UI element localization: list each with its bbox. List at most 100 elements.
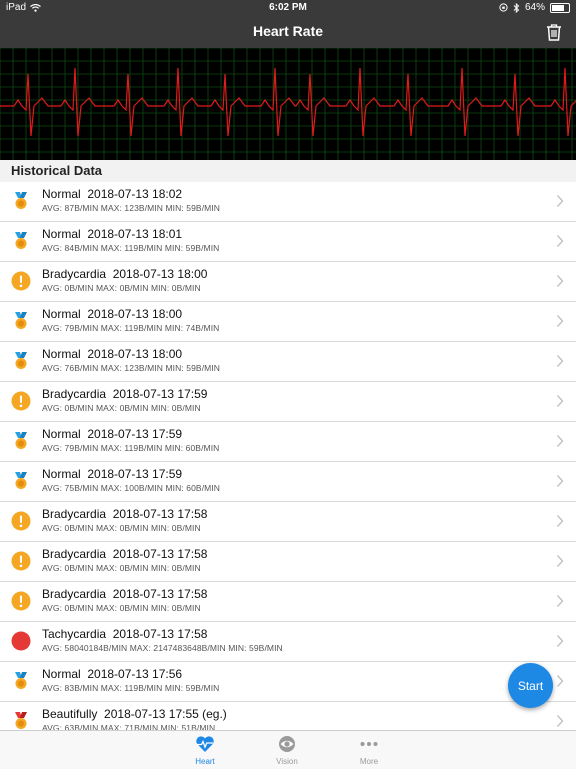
list-item[interactable]: Bradycardia 2018-07-13 17:58 AVG: 0B/MIN … bbox=[0, 502, 576, 542]
status-time: 6:02 PM bbox=[269, 2, 307, 13]
warning-icon bbox=[11, 391, 31, 411]
record-title: Bradycardia 2018-07-13 18:00 bbox=[42, 267, 207, 281]
record-status: Normal bbox=[42, 467, 81, 481]
eye-icon bbox=[279, 736, 295, 752]
list-item[interactable]: Normal 2018-07-13 17:59 AVG: 79B/MIN MAX:… bbox=[0, 422, 576, 462]
chevron-right-icon bbox=[556, 714, 564, 728]
chevron-right-icon bbox=[556, 554, 564, 568]
record-title: Tachycardia 2018-07-13 17:58 bbox=[42, 627, 207, 641]
heart-pulse-icon bbox=[196, 736, 214, 752]
list-item[interactable]: Normal 2018-07-13 17:56 AVG: 83B/MIN MAX:… bbox=[0, 662, 576, 702]
list-item[interactable]: Tachycardia 2018-07-13 17:58 AVG: 5804018… bbox=[0, 622, 576, 662]
record-status: Normal bbox=[42, 227, 81, 241]
start-button-label: Start bbox=[517, 678, 544, 693]
chevron-right-icon bbox=[556, 594, 564, 608]
list-item[interactable]: Normal 2018-07-13 18:01 AVG: 84B/MIN MAX:… bbox=[0, 222, 576, 262]
record-stats: AVG: 58040184B/MIN MAX: 2147483648B/MIN … bbox=[42, 643, 283, 653]
tab-more[interactable]: More bbox=[339, 731, 399, 769]
record-title: Normal 2018-07-13 18:00 bbox=[42, 307, 182, 321]
record-title: Bradycardia 2018-07-13 17:58 bbox=[42, 507, 207, 521]
record-title: Normal 2018-07-13 18:02 bbox=[42, 187, 182, 201]
record-date: 2018-07-13 17:56 bbox=[87, 667, 183, 681]
record-status: Bradycardia bbox=[42, 507, 107, 521]
record-stats: AVG: 63B/MIN MAX: 71B/MIN MIN: 51B/MIN bbox=[42, 723, 216, 730]
chevron-right-icon bbox=[556, 634, 564, 648]
record-date: 2018-07-13 17:59 bbox=[87, 427, 183, 441]
record-title: Normal 2018-07-13 17:56 bbox=[42, 667, 182, 681]
chevron-right-icon bbox=[556, 434, 564, 448]
record-date: 2018-07-13 17:58 bbox=[112, 507, 208, 521]
battery-percent: 64% bbox=[524, 2, 545, 13]
record-stats: AVG: 0B/MIN MAX: 0B/MIN MIN: 0B/MIN bbox=[42, 283, 201, 293]
chevron-right-icon bbox=[556, 194, 564, 208]
medal-icon bbox=[11, 471, 31, 491]
tab-more-label: More bbox=[359, 757, 379, 766]
red-medal-icon bbox=[11, 711, 31, 730]
record-date: 2018-07-13 17:55 (eg.) bbox=[104, 707, 227, 721]
list-item[interactable]: Bradycardia 2018-07-13 17:59 AVG: 0B/MIN … bbox=[0, 382, 576, 422]
record-date: 2018-07-13 17:59 bbox=[87, 467, 183, 481]
ecg-waveform bbox=[0, 48, 576, 160]
list-item[interactable]: Normal 2018-07-13 18:02 AVG: 87B/MIN MAX:… bbox=[0, 182, 576, 222]
record-date: 2018-07-13 18:02 bbox=[87, 187, 183, 201]
list-item[interactable]: Normal 2018-07-13 17:59 AVG: 75B/MIN MAX:… bbox=[0, 462, 576, 502]
record-date: 2018-07-13 18:01 bbox=[87, 227, 183, 241]
chevron-right-icon bbox=[556, 474, 564, 488]
list-item[interactable]: Normal 2018-07-13 18:00 AVG: 79B/MIN MAX:… bbox=[0, 302, 576, 342]
warning-icon bbox=[11, 591, 31, 611]
warning-icon bbox=[11, 551, 31, 571]
chevron-right-icon bbox=[556, 234, 564, 248]
record-stats: AVG: 76B/MIN MAX: 123B/MIN MIN: 59B/MIN bbox=[42, 363, 221, 373]
section-title: Historical Data bbox=[11, 163, 103, 178]
section-header: Historical Data bbox=[0, 160, 576, 182]
record-title: Normal 2018-07-13 17:59 bbox=[42, 427, 182, 441]
record-stats: AVG: 0B/MIN MAX: 0B/MIN MIN: 0B/MIN bbox=[42, 563, 201, 573]
tab-heart[interactable]: Heart bbox=[175, 731, 235, 769]
record-date: 2018-07-13 17:59 bbox=[112, 387, 208, 401]
record-title: Bradycardia 2018-07-13 17:59 bbox=[42, 387, 207, 401]
record-status: Normal bbox=[42, 427, 81, 441]
list-item[interactable]: Beautifully 2018-07-13 17:55 (eg.) AVG: 6… bbox=[0, 702, 576, 730]
chevron-right-icon bbox=[556, 354, 564, 368]
list-item[interactable]: Bradycardia 2018-07-13 18:00 AVG: 0B/MIN … bbox=[0, 262, 576, 302]
list-item[interactable]: Normal 2018-07-13 18:00 AVG: 76B/MIN MAX:… bbox=[0, 342, 576, 382]
record-status: Normal bbox=[42, 187, 81, 201]
record-stats: AVG: 0B/MIN MAX: 0B/MIN MIN: 0B/MIN bbox=[42, 403, 201, 413]
list-item[interactable]: Bradycardia 2018-07-13 17:58 AVG: 0B/MIN … bbox=[0, 582, 576, 622]
tab-vision[interactable]: Vision bbox=[257, 731, 317, 769]
warning-icon bbox=[11, 511, 31, 531]
medal-icon bbox=[11, 351, 31, 371]
orientation-lock-icon bbox=[499, 3, 508, 12]
more-dots-icon bbox=[360, 742, 378, 746]
nav-bar: Heart Rate bbox=[0, 16, 576, 48]
record-stats: AVG: 87B/MIN MAX: 123B/MIN MIN: 59B/MIN bbox=[42, 203, 221, 213]
list-item[interactable]: Bradycardia 2018-07-13 17:58 AVG: 0B/MIN … bbox=[0, 542, 576, 582]
record-status: Bradycardia bbox=[42, 267, 107, 281]
record-date: 2018-07-13 18:00 bbox=[112, 267, 208, 281]
start-button[interactable]: Start bbox=[508, 663, 553, 708]
tab-bar: Heart Vision More bbox=[0, 730, 576, 769]
battery-icon bbox=[550, 2, 570, 13]
record-status: Normal bbox=[42, 667, 81, 681]
record-stats: AVG: 0B/MIN MAX: 0B/MIN MIN: 0B/MIN bbox=[42, 603, 201, 613]
page-title: Heart Rate bbox=[252, 23, 324, 39]
tab-heart-label: Heart bbox=[195, 757, 215, 766]
medal-icon bbox=[11, 431, 31, 451]
record-title: Normal 2018-07-13 18:01 bbox=[42, 227, 182, 241]
record-stats: AVG: 79B/MIN MAX: 119B/MIN MIN: 74B/MIN bbox=[42, 323, 220, 333]
warning-icon bbox=[11, 271, 31, 291]
record-status: Bradycardia bbox=[42, 387, 107, 401]
chevron-right-icon bbox=[556, 674, 564, 688]
record-date: 2018-07-13 17:58 bbox=[112, 547, 208, 561]
record-title: Normal 2018-07-13 18:00 bbox=[42, 347, 182, 361]
chevron-right-icon bbox=[556, 394, 564, 408]
chevron-right-icon bbox=[556, 514, 564, 528]
record-status: Bradycardia bbox=[42, 547, 107, 561]
ecg-grid bbox=[0, 48, 576, 160]
record-stats: AVG: 83B/MIN MAX: 119B/MIN MIN: 59B/MIN bbox=[42, 683, 220, 693]
chevron-right-icon bbox=[556, 274, 564, 288]
trash-icon[interactable] bbox=[544, 22, 564, 42]
record-status: Tachycardia bbox=[42, 627, 107, 641]
record-status: Bradycardia bbox=[42, 587, 107, 601]
status-bar: iPad 6:02 PM 64% bbox=[0, 0, 576, 16]
